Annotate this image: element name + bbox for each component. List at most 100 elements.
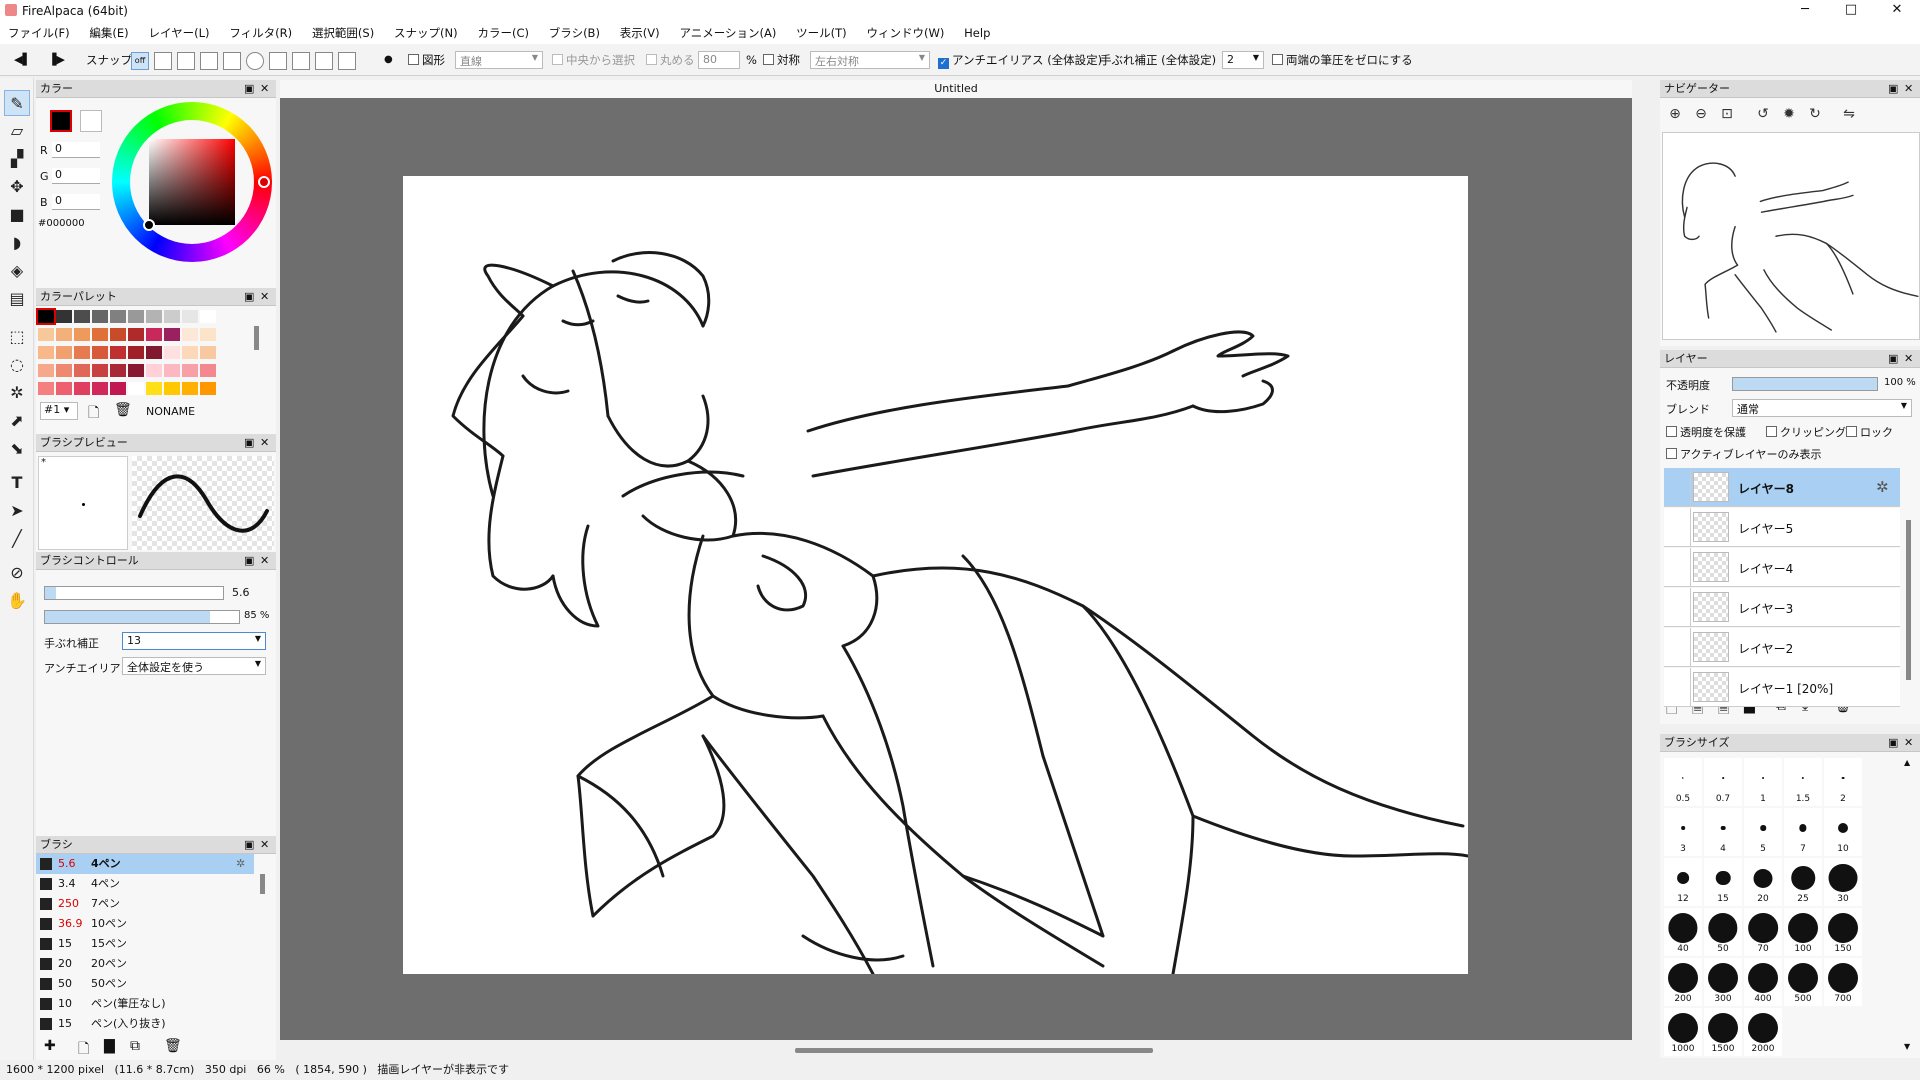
brush-size-cell[interactable]: 1500 — [1704, 1008, 1742, 1056]
scroll-down-icon[interactable]: ▼ — [1904, 1042, 1910, 1051]
brush-list-item[interactable]: 36.9 10ペン — [36, 914, 254, 934]
float-icon[interactable]: ▣ — [244, 836, 254, 854]
brush-size-cell[interactable]: 1000 — [1664, 1008, 1702, 1056]
lock-checkbox[interactable]: ロック — [1846, 424, 1893, 440]
g-input[interactable]: 0 — [52, 168, 100, 184]
palette-swatch[interactable] — [56, 364, 72, 377]
snap-parallel-icon[interactable] — [154, 52, 172, 70]
snap-grid-icon[interactable] — [292, 52, 310, 70]
trash-icon[interactable]: 🗑 — [164, 1038, 182, 1054]
brush-size-cell[interactable]: 300 — [1704, 958, 1742, 1006]
color-handle[interactable] — [143, 219, 155, 231]
float-icon[interactable]: ▣ — [244, 288, 254, 306]
move-tool-icon[interactable]: ✥ — [4, 174, 30, 200]
palette-swatch[interactable] — [182, 346, 198, 359]
text-tool-icon[interactable]: T — [4, 470, 30, 496]
brush-size-cell[interactable]: 500 — [1784, 958, 1822, 1006]
foreground-color-swatch[interactable] — [50, 110, 72, 132]
layer-row[interactable]: レイヤー8 ✲ — [1664, 468, 1900, 507]
palette-swatch[interactable] — [36, 308, 56, 325]
brush-size-cell[interactable]: 40 — [1664, 908, 1702, 956]
brush-list-item[interactable]: 15 ペン(入り抜き) — [36, 1014, 254, 1034]
select-eraser-tool-icon[interactable]: ⬊ — [4, 436, 30, 462]
brush-size-cell[interactable]: 150 — [1824, 908, 1862, 956]
fill-rect-tool-icon[interactable]: ■ — [4, 202, 30, 228]
scroll-up-icon[interactable]: ▲ — [1904, 758, 1910, 767]
round-value-field[interactable]: 80 — [698, 51, 740, 69]
float-icon[interactable]: ▣ — [1888, 80, 1898, 98]
folder-icon[interactable]: ▇ — [104, 1038, 115, 1054]
shape-checkbox[interactable]: 図形 — [408, 50, 445, 70]
close-icon[interactable]: ✕ — [260, 836, 269, 854]
rotate-left-icon[interactable]: ↺ — [1752, 106, 1774, 126]
new-brush-icon[interactable]: 🗋 — [78, 1038, 89, 1062]
magic-wand-tool-icon[interactable]: ✲ — [4, 380, 30, 406]
prev-frame-icon[interactable]: ◀▌ — [14, 50, 31, 70]
round-checkbox[interactable]: 丸める — [646, 50, 695, 70]
brush-list-item[interactable]: 50 50ペン — [36, 974, 254, 994]
snap-grid2-icon[interactable] — [315, 52, 333, 70]
brush-list-item[interactable]: 20 20ペン — [36, 954, 254, 974]
canvas-h-scrollbar[interactable] — [795, 1048, 1153, 1053]
palette-swatch[interactable] — [38, 382, 54, 395]
brush-size-cell[interactable]: 30 — [1824, 858, 1862, 906]
brush-list-scrollbar[interactable] — [260, 874, 265, 894]
menu-animation[interactable]: アニメーション(A) — [671, 22, 784, 44]
palette-index-select[interactable]: #1 ▾ — [40, 402, 78, 420]
menu-brush[interactable]: ブラシ(B) — [541, 22, 608, 44]
brush-stabilizer-select[interactable]: 13 ▼ — [122, 632, 266, 650]
stabilizer-select[interactable]: 2 ▼ — [1222, 51, 1264, 69]
palette-swatch[interactable] — [38, 328, 54, 341]
palette-swatch[interactable] — [110, 382, 126, 395]
menu-tools[interactable]: ツール(T) — [788, 22, 855, 44]
lasso-tool-icon[interactable]: ◌ — [4, 352, 30, 378]
brush-list-item[interactable]: 10 ペン(筆圧なし) — [36, 994, 254, 1014]
brush-size-cell[interactable]: 400 — [1744, 958, 1782, 1006]
snap-vanish-icon[interactable] — [200, 52, 218, 70]
menu-file[interactable]: ファイル(F) — [0, 22, 78, 44]
brush-size-cell[interactable]: 25 — [1784, 858, 1822, 906]
zoom-fit-icon[interactable]: ⊡ — [1716, 106, 1738, 126]
trash-icon[interactable]: 🗑 — [114, 402, 132, 418]
b-input[interactable]: 0 — [52, 194, 100, 210]
palette-swatch[interactable] — [200, 328, 216, 341]
palette-swatch[interactable] — [74, 346, 90, 359]
brush-size-cell[interactable]: 0.5 — [1664, 758, 1702, 806]
center-select-checkbox[interactable]: 中央から選択 — [552, 50, 635, 70]
brush-list-item[interactable]: 250 7ペン — [36, 894, 254, 914]
close-icon[interactable]: ✕ — [1904, 734, 1913, 752]
close-button[interactable]: ✕ — [1874, 0, 1920, 22]
layer-list-scrollbar[interactable] — [1906, 520, 1911, 680]
brush-antialias-select[interactable]: 全体設定を使う ▼ — [122, 657, 266, 675]
zoom-out-icon[interactable]: ⊖ — [1690, 106, 1712, 126]
palette-swatch[interactable] — [74, 382, 90, 395]
r-input[interactable]: 0 — [52, 142, 100, 158]
palette-swatch[interactable] — [200, 364, 216, 377]
palette-swatch[interactable] — [146, 346, 162, 359]
brush-size-cell[interactable]: 100 — [1784, 908, 1822, 956]
palette-swatch[interactable] — [164, 364, 180, 377]
symmetry-checkbox[interactable]: 対称 — [763, 50, 800, 70]
brush-list-item[interactable]: 3.4 4ペン — [36, 874, 254, 894]
brush-size-cell[interactable]: 2000 — [1744, 1008, 1782, 1056]
palette-swatch[interactable] — [56, 328, 72, 341]
palette-swatch[interactable] — [128, 364, 144, 377]
palette-swatch[interactable] — [200, 310, 216, 323]
close-icon[interactable]: ✕ — [260, 80, 269, 98]
palette-swatch[interactable] — [92, 364, 108, 377]
snap-cross-icon[interactable] — [177, 52, 195, 70]
rotate-reset-icon[interactable]: ✹ — [1778, 106, 1800, 126]
hue-handle[interactable] — [258, 176, 270, 188]
brush-size-cell[interactable]: 50 — [1704, 908, 1742, 956]
brush-size-cell[interactable]: 5 — [1744, 808, 1782, 856]
maximize-button[interactable]: □ — [1828, 0, 1874, 22]
palette-swatch[interactable] — [110, 310, 126, 323]
palette-swatch[interactable] — [182, 364, 198, 377]
palette-swatch[interactable] — [128, 328, 144, 341]
palette-swatch[interactable] — [92, 310, 108, 323]
close-icon[interactable]: ✕ — [260, 434, 269, 452]
layer-row[interactable]: レイヤー5 — [1664, 508, 1900, 547]
eyedropper-tool-icon[interactable]: ⊘ — [4, 560, 30, 586]
brush-size-cell[interactable]: 1 — [1744, 758, 1782, 806]
layer-visibility-toggle[interactable] — [1664, 468, 1691, 507]
